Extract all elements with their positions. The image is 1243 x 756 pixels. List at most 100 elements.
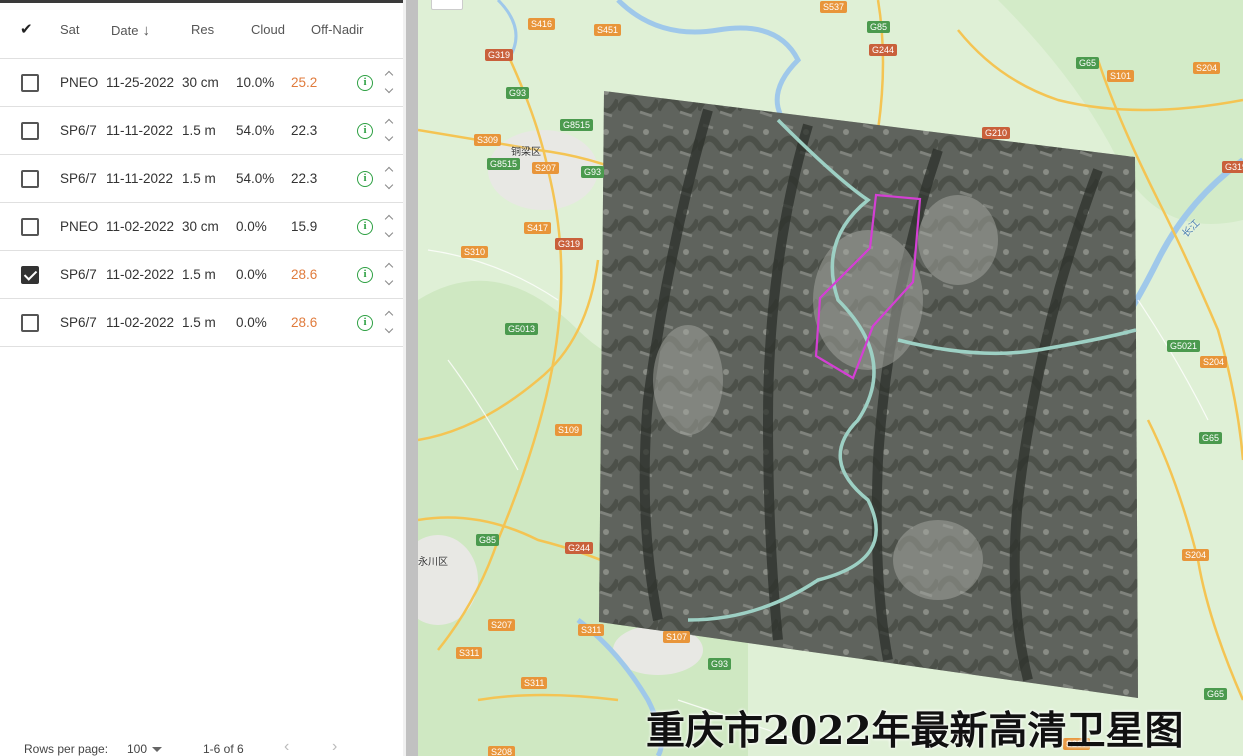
basemap-drawing: [418, 0, 1243, 756]
road-label: S537: [820, 1, 848, 13]
cell-res: 1.5 m: [182, 123, 216, 138]
column-header-cloud[interactable]: Cloud: [251, 22, 285, 37]
table-row[interactable]: PNEO 11-02-2022 30 cm 0.0% 15.9 i: [0, 203, 403, 251]
cell-date: 11-11-2022: [106, 123, 174, 138]
row-select-checkbox[interactable]: [21, 170, 39, 188]
road-label: S204: [1200, 356, 1228, 368]
info-icon[interactable]: i: [357, 315, 373, 331]
cell-res: 1.5 m: [182, 315, 216, 330]
column-header-res[interactable]: Res: [191, 22, 214, 37]
row-select-checkbox[interactable]: [21, 314, 39, 332]
overlay-title: 重庆市2022年最新高清卫星图: [646, 708, 1184, 754]
cell-date: 11-02-2022: [106, 219, 175, 234]
row-select-checkbox[interactable]: [21, 266, 39, 284]
chevron-up-icon[interactable]: [385, 309, 394, 318]
info-icon[interactable]: i: [357, 267, 373, 283]
road-label: S207: [532, 162, 560, 174]
info-icon[interactable]: i: [357, 123, 373, 139]
road-label: S311: [456, 647, 483, 659]
table-row[interactable]: SP6/7 11-11-2022 1.5 m 54.0% 22.3 i: [0, 155, 403, 203]
info-icon[interactable]: i: [357, 219, 373, 235]
column-header-date-label: Date: [111, 23, 139, 38]
cell-cloud: 54.0%: [236, 123, 275, 138]
table-row[interactable]: SP6/7 11-02-2022 1.5 m 0.0% 28.6 i: [0, 251, 403, 299]
chevron-up-icon[interactable]: [385, 261, 394, 270]
road-label: S101: [1107, 70, 1135, 82]
sort-descending-arrow-icon: ↓: [142, 22, 150, 39]
road-label: S204: [1182, 549, 1210, 561]
row-select-checkbox[interactable]: [21, 122, 39, 140]
column-header-off-nadir[interactable]: Off-Nadir: [311, 22, 364, 37]
table-header: ✔ Sat Date ↓ Res Cloud Off-Nadir: [0, 3, 403, 59]
road-label: G93: [581, 166, 605, 178]
road-label: G8515: [487, 158, 521, 170]
cell-sat: SP6/7: [60, 267, 97, 282]
column-header-sat[interactable]: Sat: [60, 22, 80, 37]
road-label: G319: [555, 238, 584, 250]
road-label: G319: [485, 49, 514, 61]
map-zoom-control[interactable]: [431, 0, 463, 10]
cell-cloud: 0.0%: [236, 315, 267, 330]
chevron-down-icon[interactable]: [385, 86, 394, 95]
panel-scrollbar-thumb[interactable]: [406, 0, 418, 756]
row-select-checkbox[interactable]: [21, 218, 39, 236]
cell-sat: PNEO: [60, 219, 99, 234]
column-header-date[interactable]: Date ↓: [111, 22, 150, 39]
cell-sat: SP6/7: [60, 123, 97, 138]
chevron-down-icon[interactable]: [385, 182, 394, 191]
map-view[interactable]: S416 S451 S537 G85 G244 G65 S101 S204 G3…: [418, 0, 1243, 756]
cell-off-nadir: 22.3: [291, 171, 318, 186]
road-label: G5021: [1167, 340, 1201, 352]
cell-off-nadir: 25.2: [291, 75, 318, 90]
table-footer: Rows per page: 100 1-6 of 6 ‹ ›: [0, 736, 403, 756]
cell-res: 1.5 m: [182, 171, 216, 186]
road-label: G210: [982, 127, 1011, 139]
road-label: S208: [488, 746, 516, 756]
road-label: S311: [521, 677, 548, 689]
table-row[interactable]: SP6/7 11-02-2022 1.5 m 0.0% 28.6 i: [0, 299, 403, 347]
road-label: G5013: [505, 323, 539, 335]
cell-res: 30 cm: [182, 75, 219, 90]
prev-page-button[interactable]: ‹: [284, 738, 289, 756]
cell-off-nadir: 28.6: [291, 267, 318, 282]
cell-date: 11-25-2022: [106, 75, 175, 90]
place-label-tongliang: 铜梁区: [511, 147, 541, 158]
row-select-checkbox[interactable]: [21, 74, 39, 92]
chevron-up-icon[interactable]: [385, 69, 394, 78]
road-label: S204: [1193, 62, 1221, 74]
cell-sat: SP6/7: [60, 315, 97, 330]
cell-sat: PNEO: [60, 75, 99, 90]
road-label: S310: [461, 246, 489, 258]
info-icon[interactable]: i: [357, 75, 373, 91]
next-page-button[interactable]: ›: [332, 738, 337, 756]
chevron-down-icon[interactable]: [385, 134, 394, 143]
road-label: G65: [1204, 688, 1228, 700]
cell-cloud: 10.0%: [236, 75, 275, 90]
road-label: S107: [663, 631, 691, 643]
chevron-down-icon[interactable]: [385, 230, 394, 239]
cell-date: 11-11-2022: [106, 171, 174, 186]
rows-per-page-select[interactable]: 100: [127, 742, 147, 756]
chevron-down-icon[interactable]: [385, 278, 394, 287]
cell-sat: SP6/7: [60, 171, 97, 186]
chevron-down-icon[interactable]: [385, 326, 394, 335]
chevron-up-icon[interactable]: [385, 165, 394, 174]
road-label: G93: [506, 87, 530, 99]
cell-off-nadir: 15.9: [291, 219, 318, 234]
table-row[interactable]: SP6/7 11-11-2022 1.5 m 54.0% 22.3 i: [0, 107, 403, 155]
road-label: S109: [555, 424, 583, 436]
rows-per-page-dropdown-icon[interactable]: [152, 747, 162, 752]
road-label: G65: [1199, 432, 1223, 444]
chevron-up-icon[interactable]: [385, 213, 394, 222]
chevron-up-icon[interactable]: [385, 117, 394, 126]
road-label: S311: [578, 624, 605, 636]
place-label-yongchuan: 永川区: [418, 557, 448, 568]
select-all-checkmark-icon[interactable]: ✔: [20, 20, 33, 38]
rows-per-page-label: Rows per page:: [24, 742, 109, 756]
info-icon[interactable]: i: [357, 171, 373, 187]
road-label: S417: [524, 222, 552, 234]
cell-res: 1.5 m: [182, 267, 216, 282]
cell-cloud: 0.0%: [236, 219, 267, 234]
road-label: G244: [869, 44, 898, 56]
table-row[interactable]: PNEO 11-25-2022 30 cm 10.0% 25.2 i: [0, 59, 403, 107]
